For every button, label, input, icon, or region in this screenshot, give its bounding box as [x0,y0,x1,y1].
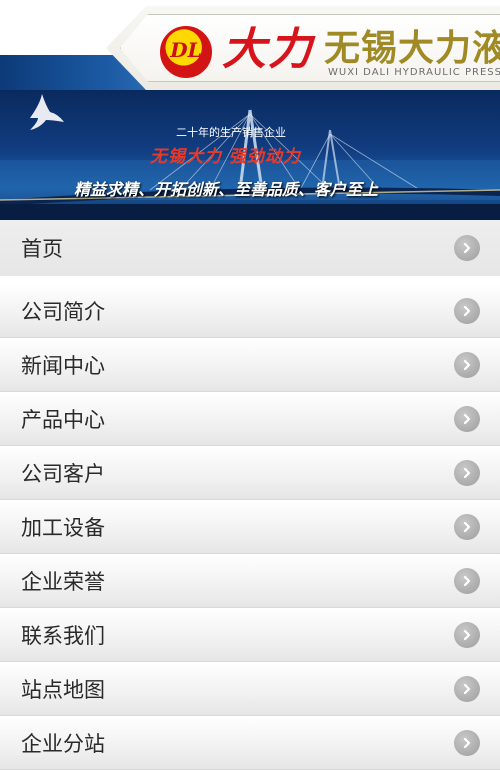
chevron-right-icon[interactable] [454,351,480,378]
chevron-right-icon[interactable] [454,729,480,756]
nav-item-label: 产品中心 [21,407,105,432]
nav-item-about[interactable]: 公司简介 [0,284,500,338]
chevron-right-icon[interactable] [454,405,480,432]
chevron-right-icon[interactable] [454,621,480,648]
nav-item-label: 企业荣誉 [21,569,105,594]
nav-item-label: 联系我们 [21,623,105,648]
hero-banner: 二十年的生产销售企业 无锡大力 强劲动力 精益求精、开拓创新、至善品质、客户至上 [0,90,500,220]
nav-item-contact[interactable]: 联系我们 [0,608,500,662]
nav-item-label: 加工设备 [21,515,105,540]
brand-full-name: 无锡大力液 [324,27,500,69]
banner-subtitle: 二十年的生产销售企业 [176,126,286,139]
brand-english-name: WUXI DALI HYDRAULIC PRESS [328,67,500,78]
nav-item-equipment[interactable]: 加工设备 [0,500,500,554]
nav-divider [0,276,500,284]
logo-mark-text: DL [170,38,202,62]
nav-item-sitemap[interactable]: 站点地图 [0,662,500,716]
chevron-right-icon[interactable] [454,459,480,486]
chevron-right-icon[interactable] [454,235,480,261]
nav-item-label: 首页 [21,237,63,261]
site-header: DL 大力 无锡大力液 WUXI DALI HYDRAULIC PRESS [0,0,500,90]
nav-item-label: 公司简介 [21,299,105,324]
nav-item-label: 新闻中心 [21,353,105,378]
banner-motto: 精益求精、开拓创新、至善品质、客户至上 [74,180,379,199]
nav-item-branches[interactable]: 企业分站 [0,716,500,770]
nav-item-label: 企业分站 [21,731,105,756]
nav-item-home[interactable]: 首页 [0,220,500,276]
banner-slogan: 无锡大力 强劲动力 [150,147,301,167]
chevron-right-icon[interactable] [454,675,480,702]
chevron-right-icon[interactable] [454,297,480,324]
nav-item-products[interactable]: 产品中心 [0,392,500,446]
nav-item-customers[interactable]: 公司客户 [0,446,500,500]
nav-item-label: 站点地图 [21,677,105,702]
main-nav: 首页 公司简介 新闻中心 产品中心 公司客户 加工设备 企业荣誉 联系我们 站点… [0,220,500,770]
chevron-right-icon[interactable] [454,513,480,540]
nav-item-label: 公司客户 [21,461,105,486]
nav-item-news[interactable]: 新闻中心 [0,338,500,392]
nav-item-honors[interactable]: 企业荣誉 [0,554,500,608]
chevron-right-icon[interactable] [454,567,480,594]
brand-name: 大力 [222,24,314,75]
